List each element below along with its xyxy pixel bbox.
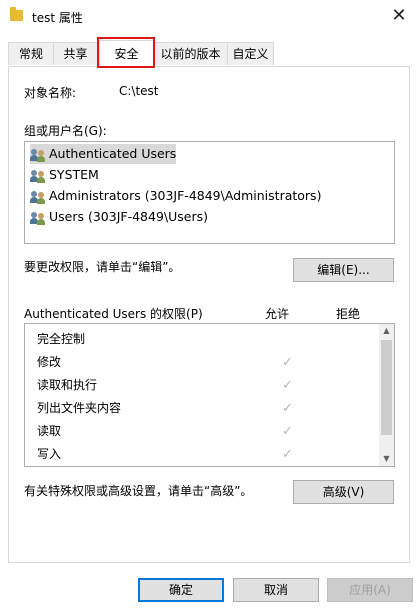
allow-check-icon: ✓ [282, 378, 293, 393]
advanced-button[interactable]: 高级(V) [293, 480, 394, 504]
tab-sharing[interactable]: 共享 [53, 42, 98, 65]
folder-icon [10, 7, 23, 21]
highlight-box [97, 37, 155, 68]
permission-name: 完全控制 [37, 332, 86, 346]
user-group-icon [30, 169, 46, 183]
user-group-icon [30, 211, 46, 225]
user-item-users[interactable]: Users (303JF-4849\Users) [30, 207, 208, 227]
allow-check-icon: ✓ [282, 401, 293, 416]
cancel-button[interactable]: 取消 [233, 578, 319, 602]
user-item-authenticated-users[interactable]: Authenticated Users [30, 144, 177, 164]
allow-check-icon: ✓ [282, 447, 293, 462]
object-name-value: C:\test [119, 84, 159, 98]
scroll-thumb[interactable] [381, 340, 392, 435]
permission-name: 写入 [37, 447, 62, 461]
tab-customize[interactable]: 自定义 [227, 42, 274, 65]
permission-row-modify: 修改 ✓ [37, 351, 377, 374]
close-button[interactable]: ✕ [386, 4, 412, 28]
deny-column-header: 拒绝 [336, 307, 361, 321]
user-item-system[interactable]: SYSTEM [30, 165, 99, 185]
change-permissions-hint: 要更改权限，请单击“编辑”。 [24, 260, 181, 274]
tab-previous-versions[interactable]: 以前的版本 [153, 42, 228, 65]
user-item-administrators[interactable]: Administrators (303JF-4849\Administrator… [30, 186, 321, 206]
scroll-down-icon[interactable]: ▼ [379, 452, 394, 466]
object-name-label: 对象名称: [24, 86, 77, 100]
user-list: Authenticated Users SYSTEM Administrator… [24, 141, 395, 244]
permission-name: 读取和执行 [37, 378, 98, 392]
tab-general[interactable]: 常规 [8, 42, 54, 65]
permission-row-write: 写入 ✓ [37, 443, 377, 466]
group-users-label: 组或用户名(G): [24, 124, 107, 138]
user-name: SYSTEM [49, 167, 99, 182]
permission-name: 读取 [37, 424, 62, 438]
apply-button[interactable]: 应用(A) [327, 578, 413, 602]
allow-check-icon: ✓ [282, 424, 293, 439]
permission-row-read-execute: 读取和执行 ✓ [37, 374, 377, 397]
advanced-hint: 有关特殊权限或高级设置，请单击“高级”。 [24, 484, 253, 498]
permissions-header: Authenticated Users 的权限(P) [24, 307, 203, 321]
allow-column-header: 允许 [265, 307, 290, 321]
tab-strip: 常规 共享 安全 以前的版本 自定义 [8, 40, 412, 67]
permissions-list: 完全控制 修改 ✓ 读取和执行 ✓ 列出文件夹内容 ✓ 读取 ✓ 写入 ✓ ▲ … [24, 323, 395, 467]
permissions-scrollbar[interactable]: ▲ ▼ [379, 324, 394, 466]
scroll-up-icon[interactable]: ▲ [379, 324, 394, 338]
user-group-icon [30, 190, 46, 204]
permission-row-read: 读取 ✓ [37, 420, 377, 443]
user-name: Authenticated Users [49, 146, 177, 161]
title-bar: test 属性 ✕ [0, 0, 420, 34]
edit-button[interactable]: 编辑(E)... [293, 258, 394, 282]
user-name: Users (303JF-4849\Users) [49, 209, 209, 224]
permission-name: 修改 [37, 355, 62, 369]
user-group-icon [30, 148, 46, 162]
permission-name: 列出文件夹内容 [37, 401, 122, 415]
user-name: Administrators (303JF-4849\Administrator… [49, 188, 322, 203]
permission-row-list-folder: 列出文件夹内容 ✓ [37, 397, 377, 420]
allow-check-icon: ✓ [282, 355, 293, 370]
permission-row-full-control: 完全控制 [37, 328, 377, 351]
ok-button[interactable]: 确定 [138, 578, 224, 602]
window-title: test 属性 [32, 11, 83, 25]
